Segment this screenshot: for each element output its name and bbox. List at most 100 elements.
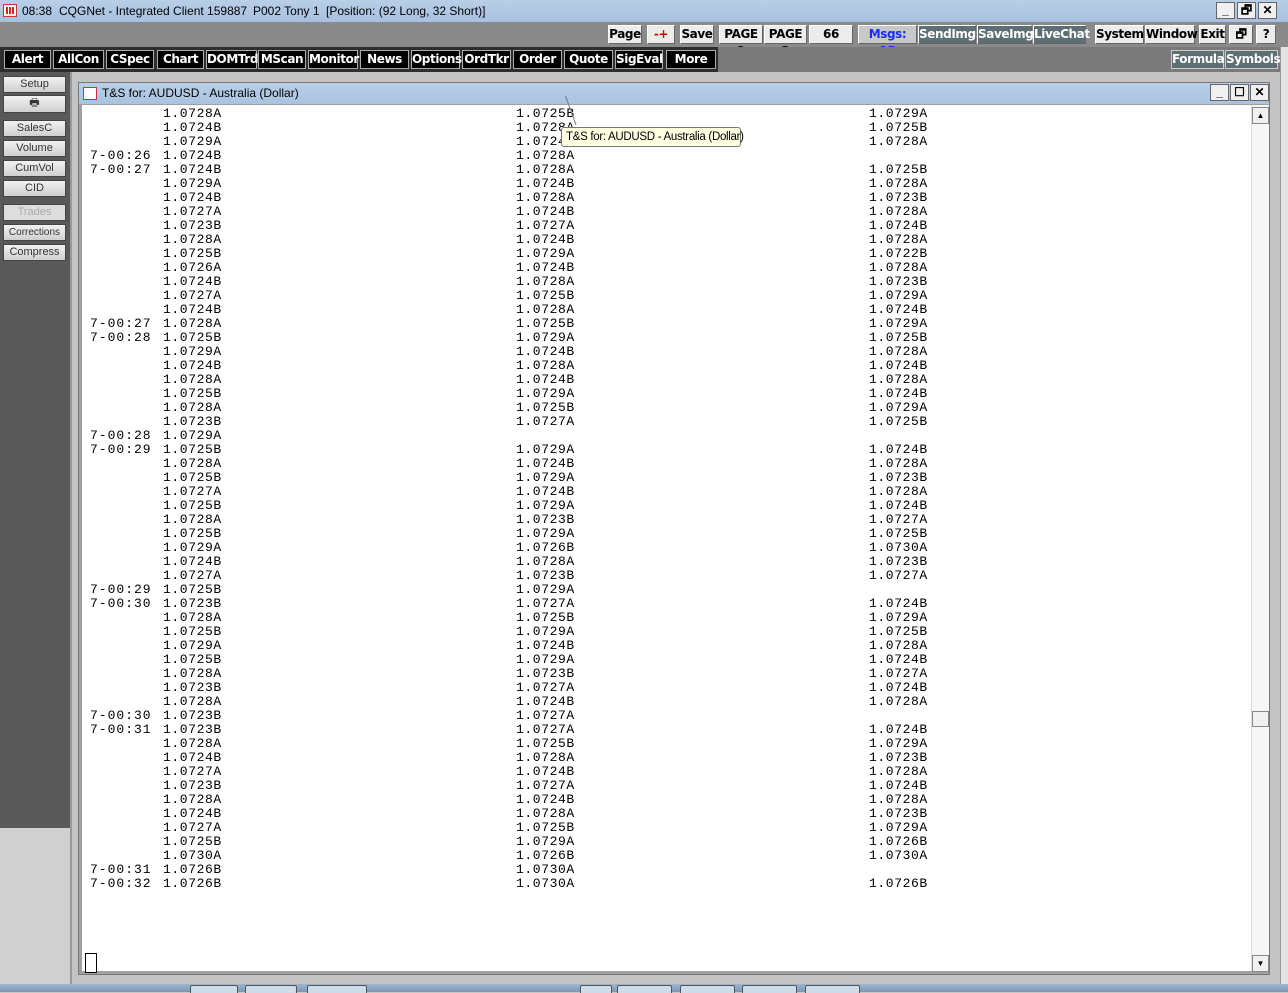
- scroll-down-arrow-icon[interactable]: ▼: [1252, 955, 1269, 972]
- nav-button-mscan[interactable]: MScan: [258, 50, 306, 69]
- trade-price-cell: 1.0730A: [869, 848, 928, 863]
- trade-row: 1.0727A 1.0724B 1.0728A: [82, 205, 1242, 219]
- scroll-up-arrow-icon[interactable]: ▲: [1252, 107, 1269, 124]
- trade-price-cell: 1.0728A: [516, 148, 575, 163]
- ts-minimize-button[interactable]: _: [1210, 84, 1229, 101]
- restore-layout-button[interactable]: 🗗: [1229, 25, 1253, 44]
- cid-button[interactable]: CID: [3, 180, 66, 197]
- help-button[interactable]: ?: [1256, 25, 1276, 44]
- nav-button-quote[interactable]: Quote: [564, 50, 613, 69]
- print-button[interactable]: 🖶: [3, 95, 66, 113]
- trade-row: 1.0729A 1.0724B 1.0728A: [82, 177, 1242, 191]
- trade-time: 7-00:28: [90, 428, 152, 443]
- top-toolbar: Page -+ Save PAGE 1 PAGE 2 66 Msgs: 15 S…: [0, 22, 1288, 58]
- page-number-field[interactable]: 66: [809, 25, 853, 44]
- trade-row: 1.0728A 1.0725B 1.0729A: [82, 737, 1242, 751]
- corrections-button[interactable]: Corrections: [3, 224, 66, 241]
- nav-button-allcon[interactable]: AllCon: [53, 50, 104, 69]
- ts-window-title-bar[interactable]: T&S for: AUDUSD - Australia (Dollar) _ ☐…: [79, 83, 1269, 104]
- nav-button-sigeval[interactable]: SigEval: [615, 50, 663, 69]
- page-button[interactable]: Page: [608, 25, 642, 44]
- nav-button-alert[interactable]: Alert: [4, 50, 51, 69]
- trade-time: 7-00:29: [90, 442, 152, 457]
- compress-button[interactable]: Compress: [3, 244, 66, 261]
- left-panel-lower: [0, 828, 70, 984]
- symbols-button[interactable]: Symbols: [1225, 50, 1281, 69]
- exit-button[interactable]: Exit: [1199, 25, 1226, 44]
- trade-row: 7-00:27 1.0728A 1.0725B 1.0729A: [82, 317, 1242, 331]
- trade-price-cell: 1.0724B: [516, 456, 575, 471]
- setup-button[interactable]: Setup: [3, 76, 66, 93]
- formula-button[interactable]: Formula: [1171, 50, 1225, 69]
- vertical-scrollbar[interactable]: ▲ ▼: [1251, 105, 1269, 972]
- messages-button[interactable]: Msgs: 15: [858, 25, 917, 58]
- trade-price-cell: 1.0724B: [869, 442, 928, 457]
- trade-price-cell: 1.0729A: [163, 428, 222, 443]
- trade-row: 1.0727A 1.0725B 1.0729A: [82, 821, 1242, 835]
- trade-price-cell: 1.0730A: [516, 876, 575, 891]
- page1-button[interactable]: PAGE 1: [719, 25, 763, 58]
- input-cursor-box[interactable]: [85, 953, 97, 973]
- nav-button-order[interactable]: Order: [513, 50, 562, 69]
- nav-button-cspec[interactable]: CSpec: [106, 50, 154, 69]
- app-close-button[interactable]: ✕: [1258, 2, 1277, 19]
- trade-price-cell: 1.0728A: [163, 232, 222, 247]
- trade-price-cell: 1.0723B: [869, 806, 928, 821]
- trade-row: 7-00:26 1.0724B 1.0728A: [82, 149, 1242, 163]
- trade-row: 1.0729A 1.0724B 1.0728A: [82, 639, 1242, 653]
- salesc-button[interactable]: SalesC: [3, 120, 66, 137]
- trade-price-cell: 1.0728A: [869, 638, 928, 653]
- trade-row: 1.0725B 1.0729A 1.0726B: [82, 835, 1242, 849]
- trade-row: 1.0725B 1.0729A 1.0723B: [82, 471, 1242, 485]
- nav-button-news[interactable]: News: [360, 50, 409, 69]
- trade-price-cell: 1.0727A: [869, 666, 928, 681]
- page2-button[interactable]: PAGE 2: [764, 25, 807, 58]
- trade-row: 1.0728A 1.0724B 1.0728A: [82, 373, 1242, 387]
- trade-price-cell: 1.0724B: [516, 638, 575, 653]
- trade-price-cell: 1.0724B: [163, 190, 222, 205]
- window-button[interactable]: Window: [1145, 25, 1198, 44]
- trade-price-cell: 1.0727A: [516, 680, 575, 695]
- saveimg-button[interactable]: SaveImg: [977, 25, 1034, 44]
- time-and-sales-window: T&S for: AUDUSD - Australia (Dollar) _ ☐…: [78, 82, 1270, 975]
- system-button[interactable]: System: [1095, 25, 1144, 44]
- trade-price-cell: 1.0724B: [516, 484, 575, 499]
- nav-button-domtrd[interactable]: DOMTrd: [206, 50, 258, 69]
- trade-row: 1.0728A 1.0725B 1.0729A: [82, 611, 1242, 625]
- scroll-thumb[interactable]: [1252, 711, 1269, 727]
- trade-row: 1.0727A 1.0724B 1.0728A: [82, 765, 1242, 779]
- app-restore-button[interactable]: 🗗: [1237, 2, 1256, 19]
- trade-price-cell: 1.0727A: [516, 722, 575, 737]
- trade-price-cell: 1.0724B: [869, 386, 928, 401]
- nav-button-more[interactable]: More: [666, 50, 716, 69]
- trade-price-cell: 1.0724B: [869, 778, 928, 793]
- trade-row: 1.0724B 1.0728A 1.0724B: [82, 359, 1242, 373]
- ts-close-button[interactable]: ✕: [1250, 84, 1269, 101]
- trade-row: 1.0728A 1.0725B 1.0729A: [82, 401, 1242, 415]
- volume-button[interactable]: Volume: [3, 140, 66, 157]
- zoom-plus-minus-button[interactable]: -+: [647, 25, 675, 44]
- trades-button[interactable]: Trades: [3, 204, 66, 221]
- save-button[interactable]: Save: [680, 25, 714, 44]
- trade-price-cell: 1.0729A: [869, 400, 928, 415]
- trade-time: 7-00:31: [90, 722, 152, 737]
- livechat-button[interactable]: LiveChat: [1033, 25, 1090, 44]
- trade-price-cell: 1.0728A: [869, 484, 928, 499]
- trade-price-cell: 1.0726A: [163, 260, 222, 275]
- trade-price-cell: 1.0724B: [869, 358, 928, 373]
- nav-button-monitor[interactable]: Monitor: [308, 50, 359, 69]
- sendimg-button[interactable]: SendImg: [918, 25, 976, 44]
- ts-maximize-button[interactable]: ☐: [1230, 84, 1249, 101]
- nav-button-options[interactable]: Options: [411, 50, 462, 69]
- trade-price-cell: 1.0725B: [516, 106, 575, 121]
- trade-price-cell: 1.0723B: [163, 708, 222, 723]
- trade-price-cell: 1.0724B: [163, 806, 222, 821]
- nav-button-chart[interactable]: Chart: [157, 50, 204, 69]
- nav-button-ordtkr[interactable]: OrdTkr: [462, 50, 511, 69]
- trade-price-cell: 1.0726B: [869, 834, 928, 849]
- trade-price-cell: 1.0724B: [516, 344, 575, 359]
- cumvol-button[interactable]: CumVol: [3, 160, 66, 177]
- trade-price-cell: 1.0727A: [516, 218, 575, 233]
- app-minimize-button[interactable]: _: [1216, 2, 1235, 19]
- trade-time: 7-00:30: [90, 596, 152, 611]
